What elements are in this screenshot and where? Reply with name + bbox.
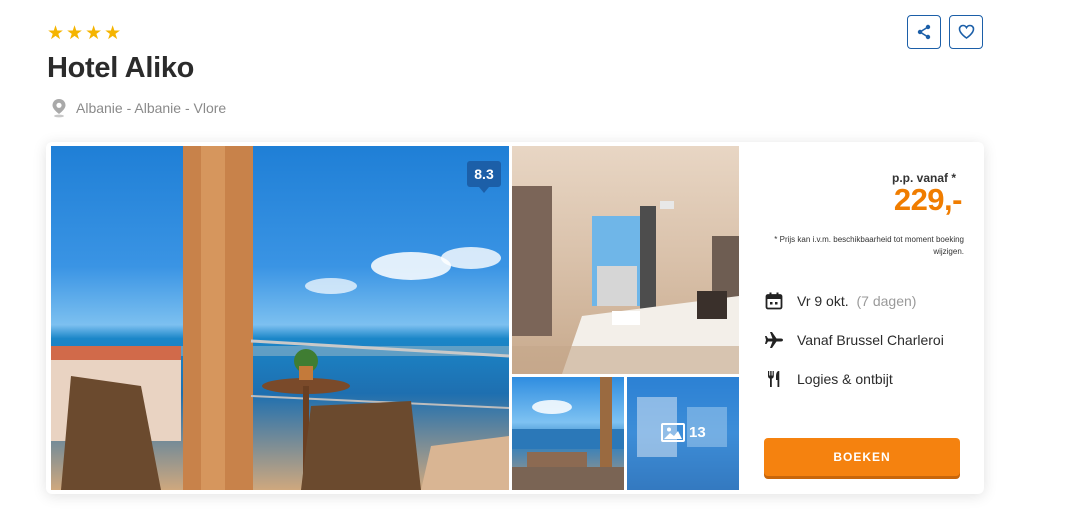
- sea-view-photo[interactable]: [512, 377, 624, 490]
- main-photo-balcony[interactable]: 8.3: [51, 146, 509, 490]
- board-text: Logies & ontbijt: [797, 371, 893, 387]
- travel-date: Vr 9 okt. (7 dagen): [764, 291, 916, 311]
- map-pin-icon: [52, 99, 66, 118]
- share-icon: [917, 24, 931, 40]
- price: 229,-: [893, 182, 963, 217]
- hotel-card: 8.3 13 p.p. vanaf * 229,- * Prijs kan i.…: [46, 142, 984, 494]
- calendar-icon: [764, 291, 784, 311]
- date-text: Vr 9 okt.: [797, 293, 849, 309]
- price-disclaimer: * Prijs kan i.v.m. beschikbaarheid tot m…: [774, 235, 964, 256]
- heart-icon: [958, 24, 974, 39]
- star-rating: ★ ★ ★ ★: [47, 24, 121, 43]
- departure-text: Vanaf Brussel Charleroi: [797, 332, 944, 348]
- departure-airport: Vanaf Brussel Charleroi: [764, 330, 944, 350]
- location-text: Albanie - Albanie - Vlore: [76, 100, 227, 116]
- duration-text: (7 dagen): [856, 293, 917, 309]
- star-icon: ★: [85, 23, 103, 44]
- hotel-name: Hotel Aliko: [47, 52, 195, 84]
- review-score-badge: 8.3: [467, 161, 501, 193]
- share-button[interactable]: [907, 15, 941, 49]
- book-button[interactable]: BOEKEN: [764, 438, 960, 476]
- room-scene: [512, 186, 739, 374]
- cutlery-icon: [764, 369, 784, 389]
- room-photo[interactable]: [512, 146, 739, 374]
- plane-icon: [764, 330, 784, 350]
- more-photos-tile[interactable]: 13: [627, 377, 739, 490]
- star-icon: ★: [104, 23, 122, 44]
- image-gallery-icon: [661, 423, 685, 442]
- hotel-location: Albanie - Albanie - Vlore: [50, 98, 226, 118]
- photo-count-overlay: 13: [661, 423, 706, 442]
- favorite-button[interactable]: [949, 15, 983, 49]
- board-type: Logies & ontbijt: [764, 369, 893, 389]
- sea-view-scene: [512, 377, 624, 490]
- star-icon: ★: [66, 23, 84, 44]
- balcony-scene: [51, 146, 509, 490]
- photo-count: 13: [689, 424, 706, 441]
- star-icon: ★: [47, 23, 65, 44]
